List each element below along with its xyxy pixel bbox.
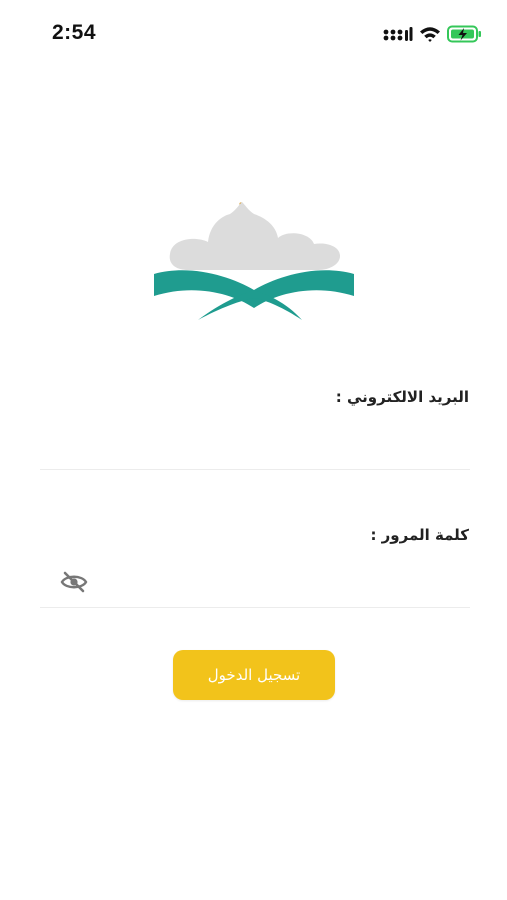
battery-charging-icon <box>447 25 483 43</box>
status-bar: 2:54 <box>0 0 507 60</box>
mosque-quran-logo-icon <box>154 188 354 320</box>
status-time: 2:54 <box>52 21 97 44</box>
app-logo <box>150 180 358 325</box>
login-button[interactable]: تسجيل الدخول <box>173 650 335 700</box>
cellular-signal-icon <box>383 25 413 43</box>
email-input[interactable] <box>40 434 470 470</box>
password-label: كلمة المرور : <box>370 526 469 544</box>
password-input[interactable] <box>40 572 470 608</box>
wifi-icon <box>419 25 441 43</box>
status-icons <box>383 22 483 46</box>
email-label: البريد الالكتروني : <box>335 388 469 406</box>
eye-slash-icon <box>60 571 88 593</box>
password-visibility-toggle[interactable] <box>58 570 90 594</box>
